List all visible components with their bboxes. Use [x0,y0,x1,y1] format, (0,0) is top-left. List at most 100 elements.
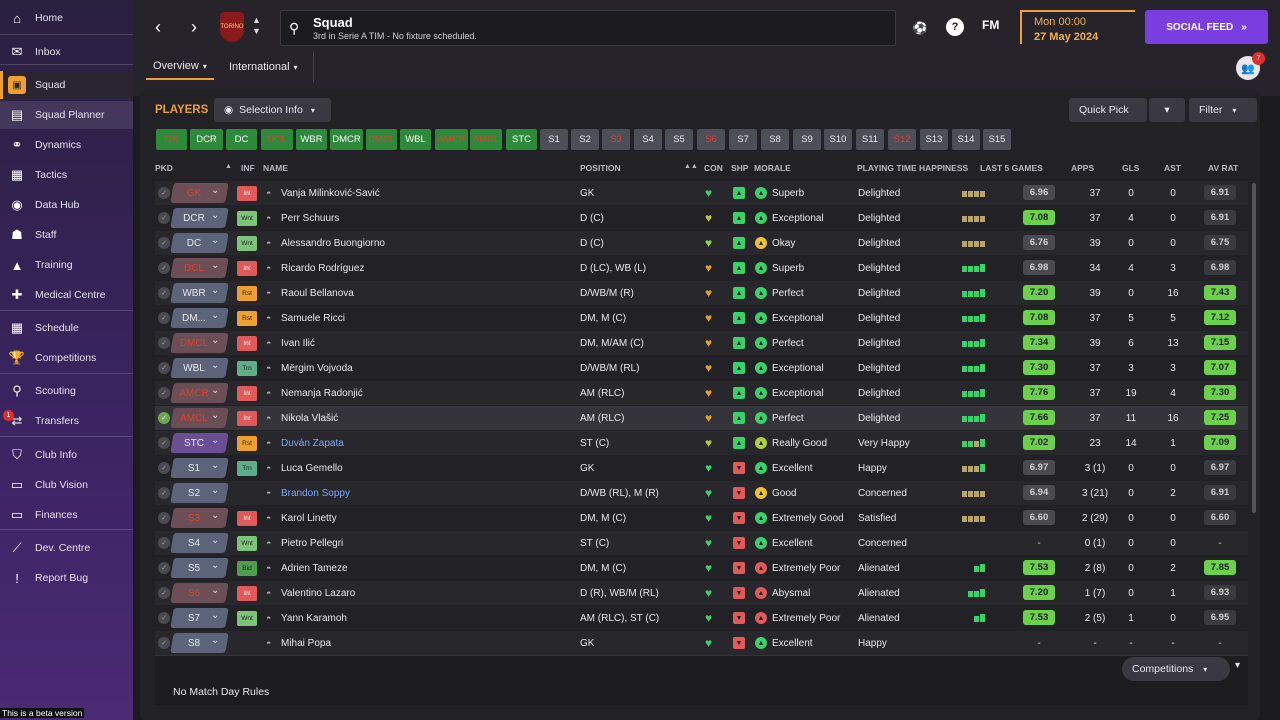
col-pkd[interactable]: PKD [155,163,173,173]
info-badge[interactable]: Wnt [237,211,257,226]
info-badge[interactable]: Int [237,411,257,426]
position-chip[interactable]: GK [156,129,187,150]
pick-checkbox[interactable]: ✓ [158,212,170,224]
forward-icon[interactable]: › [181,14,207,40]
table-row[interactable]: ✓ S4 ⌄ Wnt ◓ Pietro Pellegri ST (C) ♥ ▼ ▲ Excellen… [155,531,1248,555]
player-name[interactable]: Alessandro Buongiorno [281,231,385,255]
position-chip[interactable]: WBL [400,129,431,150]
help-icon[interactable]: ? [946,18,964,36]
player-name[interactable]: Ivan Ilić [281,331,315,355]
pick-checkbox[interactable]: ✓ [158,612,170,624]
info-badge[interactable]: Trn [237,461,257,476]
col-position[interactable]: POSITION [580,163,621,173]
table-row[interactable]: ✓ AMCL ⌄ Int ◓ Nikola Vlašić AM (RLC) ♥ ▲ ▲ Perfec… [155,406,1248,430]
position-chip[interactable]: AMCL [470,129,502,150]
position-chip[interactable]: DCL [261,129,293,150]
position-chip[interactable]: DC [226,129,257,150]
quick-pick-button[interactable]: Quick Pick [1069,98,1147,122]
info-badge[interactable]: Rst [237,286,257,301]
pick-checkbox[interactable]: ✓ [158,187,170,199]
position-chip[interactable]: S7 [729,129,757,150]
player-name[interactable]: Luca Gemello [281,456,343,480]
col-morale[interactable]: MORALE [754,163,791,173]
sidebar-item-club-info[interactable]: ⛉ Club Info [0,441,133,469]
football-icon[interactable]: ⚽ [910,18,930,38]
position-chip[interactable]: S2 [571,129,599,150]
fm-logo[interactable]: FM [982,18,999,32]
sidebar-item-tactics[interactable]: ▦ Tactics [0,161,133,189]
table-row[interactable]: ✓ S1 ⌄ Trn ◓ Luca Gemello GK ♥ ▼ ▲ Excellent Happy 6… [155,456,1248,480]
player-name[interactable]: Valentino Lazaro [281,581,355,605]
position-chip[interactable]: S5 [665,129,693,150]
club-crest[interactable]: TORINO [220,12,244,42]
position-chip[interactable]: S9 [793,129,821,150]
player-name[interactable]: Perr Schuurs [281,206,339,230]
sidebar-item-squad[interactable]: ▣ Squad [0,71,133,99]
table-row[interactable]: ✓ S5 ⌄ Bid ◓ Adrien Tameze DM, M (C) ♥ ▼ ▲ Extreme… [155,556,1248,580]
back-icon[interactable]: ‹ [145,14,171,40]
info-badge[interactable]: Rst [237,311,257,326]
pick-checkbox[interactable]: ✓ [158,237,170,249]
player-name[interactable]: Brandon Soppy [281,481,350,505]
table-row[interactable]: ✓ DC ⌄ Wnt ◓ Alessandro Buongiorno D (C) ♥ ▲ ▲ Oka… [155,231,1248,255]
pick-checkbox[interactable]: ✓ [158,287,170,299]
sidebar-item-competitions[interactable]: 🏆 Competitions [0,344,133,372]
position-chip[interactable]: S4 [634,129,662,150]
table-row[interactable]: ✓ DCR ⌄ Wnt ◓ Perr Schuurs D (C) ♥ ▲ ▲ Exceptional… [155,206,1248,230]
sidebar-item-training[interactable]: ▲ Training [0,251,133,279]
info-badge[interactable]: Int [237,386,257,401]
position-chip[interactable]: S8 [761,129,789,150]
pick-checkbox[interactable]: ✓ [158,312,170,324]
table-row[interactable]: ✓ DM... ⌄ Rst ◓ Samuele Ricci DM, M (C) ♥ ▲ ▲ Exce… [155,306,1248,330]
sidebar-item-finances[interactable]: ▭ Finances [0,501,133,529]
pick-checkbox[interactable]: ✓ [158,387,170,399]
col-con[interactable]: CON [704,163,723,173]
player-name[interactable]: Pietro Pellegri [281,531,343,555]
pick-checkbox[interactable]: ✓ [158,262,170,274]
position-chip[interactable]: WBR [296,129,327,150]
sidebar-item-dev-centre[interactable]: ⟋ Dev. Centre [0,534,133,562]
position-chip[interactable]: S6 [697,129,725,150]
col-shp[interactable]: SHP [731,163,748,173]
info-badge[interactable]: Rst [237,436,257,451]
col-inf[interactable]: INF [241,163,255,173]
pick-checkbox[interactable]: ✓ [158,587,170,599]
pick-checkbox[interactable]: ✓ [158,537,170,549]
sidebar-item-scouting[interactable]: ⚲ Scouting [0,377,133,405]
table-row[interactable]: ✓ WBL ⌄ Trn ◓ Mërgim Vojvoda D/WB/M (RL) ♥ ▲ ▲ Exc… [155,356,1248,380]
info-badge[interactable]: Int [237,511,257,526]
position-chip[interactable]: STC [506,129,537,150]
table-row[interactable]: ✓ S8 ⌄ ◓ Mihai Popa GK ♥ ▼ ▲ Excellent Happy - - - - - [155,631,1248,655]
tab-international[interactable]: International ▾ [222,54,305,80]
table-row[interactable]: ✓ S6 ⌄ Int ◓ Valentino Lazaro D (R), WB/M (RL)… [155,581,1248,605]
sidebar-item-schedule[interactable]: ▦ Schedule [0,314,133,342]
pick-checkbox[interactable]: ✓ [158,362,170,374]
scrollbar[interactable] [1252,183,1256,513]
table-row[interactable]: ✓ S3 ⌄ Int ◓ Karol Linetty DM, M (C) ♥ ▼ ▲ Extreme… [155,506,1248,530]
table-row[interactable]: ✓ DCL ⌄ Int ◓ Ricardo Rodríguez D (LC), WB (L)… [155,256,1248,280]
pick-checkbox[interactable]: ✓ [158,437,170,449]
sidebar-item-club-vision[interactable]: ▭ Club Vision [0,471,133,499]
club-switch-arrows[interactable]: ▲ ▼ [252,15,261,37]
info-badge[interactable]: Wnt [237,536,257,551]
player-name[interactable]: Raoul Bellanova [281,281,354,305]
info-badge[interactable]: Bid [237,561,257,576]
sidebar-item-transfers[interactable]: ⇄ Transfers 1 [0,407,133,435]
position-chip[interactable]: S11 [856,129,884,150]
position-chip[interactable]: S15 [983,129,1011,150]
col-gls[interactable]: GLS [1122,163,1139,173]
sidebar-item-staff[interactable]: ☗ Staff [0,221,133,249]
quick-pick-dropdown[interactable]: ▾ [1149,98,1185,122]
player-name[interactable]: Vanja Milinković-Savić [281,181,380,205]
position-chip[interactable]: S14 [952,129,980,150]
pick-checkbox[interactable]: ✓ [158,462,170,474]
col-apps[interactable]: APPS [1071,163,1094,173]
selection-info-button[interactable]: ◉ Selection Info ▾ [214,98,331,122]
position-chip[interactable]: S10 [824,129,852,150]
player-name[interactable]: Ricardo Rodríguez [281,256,364,280]
player-name[interactable]: Adrien Tameze [281,556,348,580]
table-row[interactable]: ✓ S7 ⌄ Wnt ◓ Yann Karamoh AM (RLC), ST (C) ♥ ▼ ▲ E… [155,606,1248,630]
player-name[interactable]: Samuele Ricci [281,306,345,330]
position-chip[interactable]: S12 [888,129,916,150]
player-name[interactable]: Mihai Popa [281,631,331,655]
